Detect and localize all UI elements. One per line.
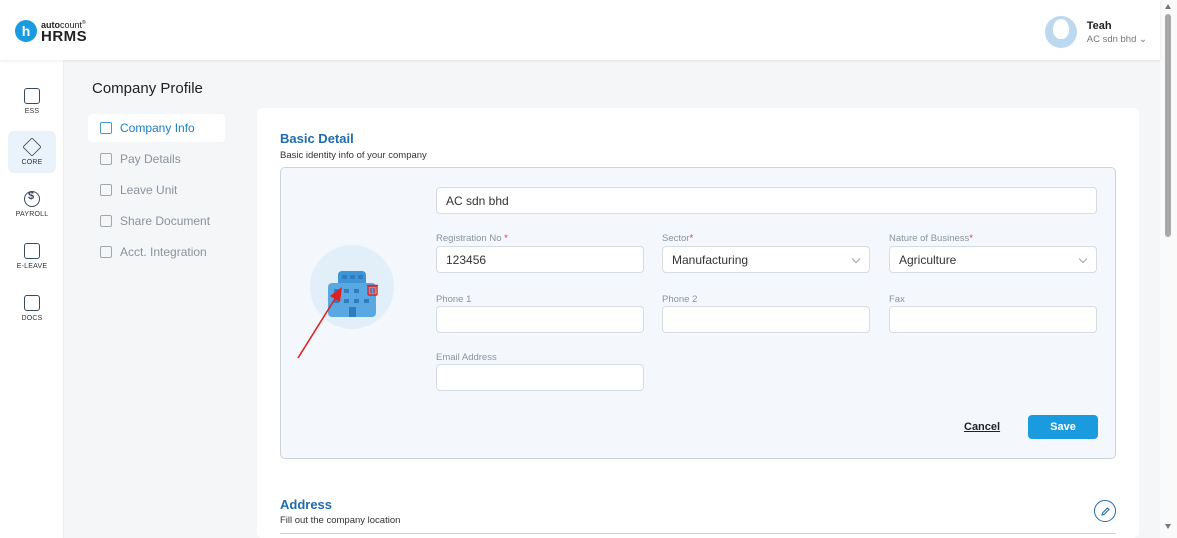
- rail-item-core[interactable]: CORE: [8, 131, 56, 173]
- rail-item-payroll[interactable]: PAYROLL: [8, 183, 56, 225]
- rail-item-docs[interactable]: DOCS: [8, 287, 56, 329]
- phone1-input[interactable]: [436, 306, 644, 333]
- nature-of-business-select[interactable]: Agriculture: [889, 246, 1097, 273]
- phone2-input[interactable]: [662, 306, 870, 333]
- fax-input[interactable]: [889, 306, 1097, 333]
- logo-product: HRMS: [41, 28, 88, 45]
- pay-details-icon: [100, 153, 112, 165]
- rail-item-e-leave[interactable]: E-LEAVE: [8, 235, 56, 277]
- logo-mark: h: [15, 20, 37, 42]
- document-chart-icon: [24, 294, 40, 311]
- chevron-down-icon: [1078, 254, 1088, 264]
- calendar-icon: [24, 242, 40, 259]
- sector-label: Sector*: [662, 233, 694, 244]
- divider: [280, 533, 1116, 534]
- save-button[interactable]: Save: [1028, 415, 1098, 439]
- address-subtitle: Fill out the company location: [280, 515, 401, 526]
- phone2-label: Phone 2: [662, 294, 698, 305]
- module-rail: ESS CORE PAYROLL E-LEAVE DOCS: [0, 60, 64, 538]
- page-scrollbar[interactable]: [1160, 0, 1177, 538]
- page-title: Company Profile: [92, 80, 203, 97]
- phone1-label: Phone 1: [436, 294, 472, 305]
- company-profile-nav: Company Profile Company Info Pay Details…: [64, 60, 239, 538]
- chevron-down-icon: [851, 254, 861, 264]
- trash-icon[interactable]: [366, 283, 379, 296]
- cancel-button[interactable]: Cancel: [964, 421, 1000, 433]
- dollar-icon: [24, 190, 40, 207]
- scroll-down-icon[interactable]: [1165, 524, 1171, 529]
- user-name: Teah: [1086, 19, 1112, 32]
- avatar: [1044, 16, 1077, 48]
- registration-label: Registration No *: [436, 233, 508, 244]
- annotation-arrow-icon: [297, 287, 342, 359]
- edit-address-button[interactable]: [1094, 500, 1116, 522]
- rail-item-ess[interactable]: ESS: [8, 80, 56, 122]
- user-menu[interactable]: Teah AC sdn bhd ⌄: [1044, 16, 1147, 48]
- registration-input[interactable]: 123456: [436, 246, 644, 273]
- building-icon: [100, 122, 112, 134]
- sector-select[interactable]: Manufacturing: [662, 246, 870, 273]
- nature-of-business-label: Nature of Business*: [889, 233, 973, 244]
- address-title: Address: [280, 497, 333, 512]
- sidebar-item-share-document[interactable]: Share Document: [88, 207, 225, 235]
- company-name-input[interactable]: AC sdn bhd: [436, 187, 1097, 214]
- sidebar-item-company-info[interactable]: Company Info: [88, 114, 225, 142]
- basic-detail-form: AC sdn bhd Registration No * 123456 Sect…: [280, 167, 1116, 459]
- basic-detail-title: Basic Detail: [280, 131, 354, 146]
- scroll-thumb[interactable]: [1165, 14, 1171, 237]
- ess-icon: [24, 87, 40, 104]
- basic-detail-subtitle: Basic identity info of your company: [280, 150, 427, 161]
- email-label: Email Address: [436, 352, 497, 363]
- share-document-icon: [100, 215, 112, 227]
- sidebar-item-acct-integration[interactable]: Acct. Integration: [88, 238, 225, 266]
- pencil-icon: [1100, 506, 1110, 516]
- fax-label: Fax: [889, 294, 905, 305]
- integration-icon: [100, 246, 112, 258]
- cube-icon: [22, 136, 42, 157]
- email-field[interactable]: [436, 364, 644, 391]
- top-header: h autocount® HRMS Teah AC sdn bhd ⌄: [0, 0, 1160, 60]
- scroll-up-icon[interactable]: [1165, 4, 1171, 9]
- company-info-panel: Basic Detail Basic identity info of your…: [257, 108, 1139, 538]
- leave-unit-icon: [100, 184, 112, 196]
- sidebar-item-pay-details[interactable]: Pay Details: [88, 145, 225, 173]
- app-logo[interactable]: h autocount® HRMS: [15, 18, 87, 44]
- sidebar-item-leave-unit[interactable]: Leave Unit: [88, 176, 225, 204]
- chevron-down-icon: ⌄: [1139, 33, 1147, 45]
- user-company: AC sdn bhd ⌄: [1086, 33, 1147, 45]
